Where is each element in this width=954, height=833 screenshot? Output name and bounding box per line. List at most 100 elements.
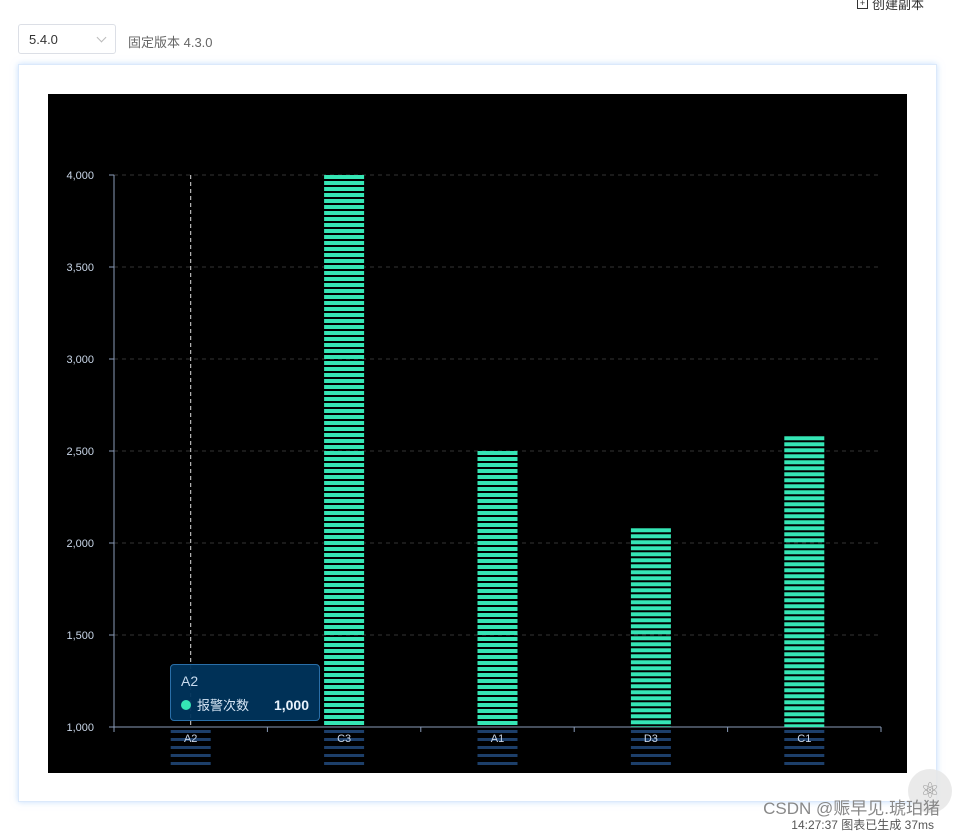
bar-stripe [477, 643, 518, 647]
bar-stripe [324, 655, 365, 659]
bar-stripe [324, 385, 365, 389]
bar-stripe [784, 562, 825, 567]
bar-stripe [477, 565, 518, 569]
bar-stripe [784, 436, 825, 441]
bar-stripe [477, 505, 518, 509]
bar-stripe [324, 439, 365, 443]
bar-stripe [324, 331, 365, 335]
bar-stripe [784, 448, 825, 453]
bar-stripe [784, 604, 825, 609]
bar-stripe [784, 496, 825, 501]
bar-stripe [324, 325, 365, 329]
fixed-version-label: 固定版本 4.3.0 [128, 35, 213, 50]
bar-stripe [784, 724, 825, 727]
bar-stripe [784, 532, 825, 537]
bar-stripe [324, 493, 365, 497]
bar-stripe [784, 574, 825, 579]
bar-stripe [324, 499, 365, 503]
bar-stripe [784, 442, 825, 447]
bar-stripe [324, 457, 365, 461]
bar-stripe [324, 283, 365, 287]
bar-stripe [324, 343, 365, 347]
chart-tooltip: A2 报警次数 1,000 [170, 664, 320, 721]
chevron-down-icon [96, 32, 107, 42]
bar-stripe [784, 652, 825, 657]
create-copy-button[interactable]: + 创建副本 [856, 0, 924, 13]
y-tick-label: 2,000 [66, 538, 94, 550]
bar-stripe [324, 229, 365, 233]
bar-stripe [324, 175, 365, 179]
bar-stripe [477, 601, 518, 605]
version-select-value: 5.4.0 [29, 31, 58, 47]
bar-stripe [784, 688, 825, 693]
bar-stripe [784, 568, 825, 573]
bar-stripe [324, 535, 365, 539]
bar-stripe [784, 538, 825, 543]
bar-stripe [324, 199, 365, 203]
bar[interactable] [324, 175, 365, 725]
bar-stripe [324, 517, 365, 521]
bar[interactable] [784, 436, 825, 727]
bar-reflection [477, 746, 518, 749]
bar-stripe [477, 721, 518, 725]
bar-stripe [784, 622, 825, 627]
bar-stripe [324, 649, 365, 653]
bar-stripe [630, 708, 671, 713]
bar-stripe [630, 594, 671, 599]
bar-stripe [630, 558, 671, 563]
bar-stripe [324, 301, 365, 305]
tooltip-series-name: 报警次数 [197, 698, 250, 713]
bar-stripe [630, 624, 671, 629]
create-copy-label: 创建副本 [871, 0, 924, 12]
bar-stripe [324, 601, 365, 605]
bar-reflection [630, 746, 671, 749]
bar[interactable] [630, 528, 671, 727]
x-tick-label: C3 [337, 733, 351, 745]
bar-stripe [630, 534, 671, 539]
bar-stripe [630, 576, 671, 581]
bar-stripe [630, 726, 671, 727]
bar-stripe [477, 553, 518, 557]
bar-stripe [784, 706, 825, 711]
bar-stripe [324, 613, 365, 617]
y-tick-label: 3,500 [66, 262, 94, 274]
bar-stripe [630, 630, 671, 635]
bar-stripe [324, 469, 365, 473]
bar-stripe [324, 379, 365, 383]
bar-stripe [324, 193, 365, 197]
bar-stripe [324, 415, 365, 419]
bar-stripe [324, 661, 365, 665]
bar-reflection [324, 746, 365, 749]
bar-stripe [324, 721, 365, 725]
bar-stripe [324, 523, 365, 527]
version-select[interactable]: 5.4.0 [18, 24, 116, 54]
bar-stripe [324, 211, 365, 215]
bar-stripe [784, 694, 825, 699]
bar-stripe [324, 433, 365, 437]
bar-stripe [477, 547, 518, 551]
bar-reflection [477, 754, 518, 757]
bar-stripe [630, 678, 671, 683]
bar-stripe [784, 658, 825, 663]
bar-stripe [630, 654, 671, 659]
x-tick-label: D3 [644, 733, 658, 745]
tooltip-value: 1,000 [273, 696, 309, 713]
bar-stripe [630, 588, 671, 593]
bar-stripe [477, 703, 518, 707]
bar[interactable] [477, 451, 518, 725]
bar-stripe [324, 667, 365, 671]
bar-stripe [324, 643, 365, 647]
bar-stripe [477, 541, 518, 545]
bar-stripe [324, 313, 365, 317]
bar-reflection [324, 762, 365, 765]
bar-stripe [784, 646, 825, 651]
bar-stripe [784, 544, 825, 549]
bar-stripe [477, 457, 518, 461]
bar-stripe [324, 271, 365, 275]
bar-stripe [324, 355, 365, 359]
x-tick-label: A2 [184, 733, 197, 745]
bar-reflection [477, 762, 518, 765]
bar-stripe [324, 349, 365, 353]
bar-stripe [324, 529, 365, 533]
bar-stripe [784, 478, 825, 483]
